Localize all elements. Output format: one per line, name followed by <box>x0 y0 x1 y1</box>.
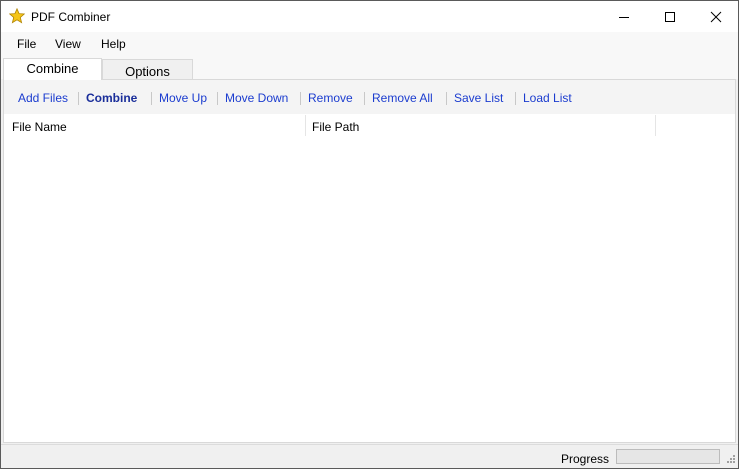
toolbar-separator <box>217 92 218 105</box>
minimize-button[interactable] <box>601 1 647 32</box>
remove-button[interactable]: Remove <box>308 91 353 105</box>
app-window: PDF Combiner File View Help Combine Opti… <box>0 0 739 469</box>
load-list-button[interactable]: Load List <box>523 91 572 105</box>
tab-combine[interactable]: Combine <box>3 58 102 80</box>
status-bar: Progress <box>1 444 738 468</box>
progress-label: Progress <box>561 452 610 466</box>
column-divider[interactable] <box>305 115 306 136</box>
add-files-button[interactable]: Add Files <box>18 91 68 105</box>
toolbar-separator <box>78 92 79 105</box>
file-list-header: File Name File Path <box>4 114 735 136</box>
toolbar-separator <box>446 92 447 105</box>
window-title: PDF Combiner <box>31 10 111 24</box>
progress-bar <box>616 449 720 464</box>
toolbar-separator <box>151 92 152 105</box>
menu-view[interactable]: View <box>53 37 83 51</box>
resize-grip-icon[interactable] <box>725 453 736 464</box>
maximize-button[interactable] <box>647 1 693 32</box>
column-file-path[interactable]: File Path <box>312 120 359 134</box>
close-icon <box>710 11 722 22</box>
title-bar[interactable]: PDF Combiner <box>1 1 738 32</box>
minimize-icon <box>619 16 629 18</box>
file-list[interactable] <box>4 136 735 442</box>
toolbar: Add Files Combine Move Up Move Down Remo… <box>4 80 735 114</box>
toolbar-separator <box>300 92 301 105</box>
column-divider[interactable] <box>655 115 656 136</box>
maximize-icon <box>665 11 675 22</box>
menu-help[interactable]: Help <box>99 37 128 51</box>
close-button[interactable] <box>693 1 738 32</box>
column-file-name[interactable]: File Name <box>12 120 67 134</box>
combine-button[interactable]: Combine <box>86 91 137 105</box>
menu-file[interactable]: File <box>15 37 38 51</box>
toolbar-separator <box>364 92 365 105</box>
move-up-button[interactable]: Move Up <box>159 91 207 105</box>
tab-options[interactable]: Options <box>102 59 193 79</box>
tab-strip: Combine Options <box>1 55 738 80</box>
save-list-button[interactable]: Save List <box>454 91 503 105</box>
combine-panel: Add Files Combine Move Up Move Down Remo… <box>3 79 736 443</box>
menu-bar: File View Help <box>1 32 738 55</box>
remove-all-button[interactable]: Remove All <box>372 91 433 105</box>
star-icon <box>8 7 26 24</box>
toolbar-separator <box>515 92 516 105</box>
move-down-button[interactable]: Move Down <box>225 91 288 105</box>
